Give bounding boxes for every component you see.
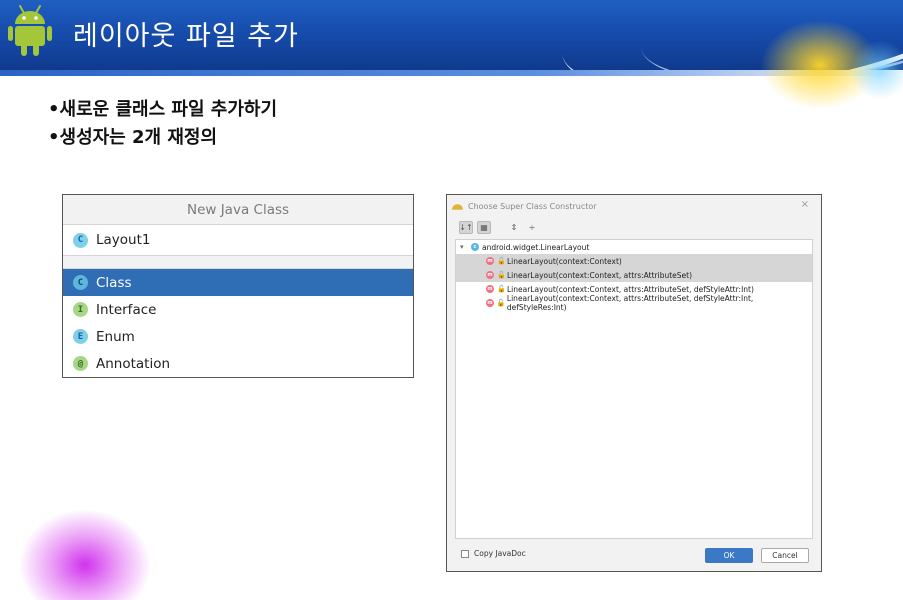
sort-icon[interactable]: ↓↑ xyxy=(459,220,473,234)
class-icon: C xyxy=(73,275,88,290)
constructor-tree: ▾ c android.widget.LinearLayout m 🔓 Line… xyxy=(455,239,813,539)
kind-list: C Class I Interface E Enum @ Annotation xyxy=(63,269,413,377)
annotation-icon: @ xyxy=(73,356,88,371)
interface-icon: I xyxy=(73,302,88,317)
dialog-footer: Copy JavaDoc OK Cancel xyxy=(447,543,821,571)
constructor-label: LinearLayout(context:Context, attrs:Attr… xyxy=(507,270,693,280)
cyan-glow-decoration xyxy=(850,40,903,100)
popup-title: New Java Class xyxy=(63,195,413,225)
tree-root-label: android.widget.LinearLayout xyxy=(482,242,590,252)
public-access-icon: 🔓 xyxy=(496,299,506,307)
constructor-row[interactable]: m 🔓 LinearLayout(context:Context) xyxy=(456,254,812,268)
constructor-row[interactable]: m 🔓 LinearLayout(context:Context, attrs:… xyxy=(456,268,812,282)
chevron-down-icon[interactable]: ▾ xyxy=(460,243,468,251)
method-icon: m xyxy=(486,299,494,307)
class-name-field[interactable]: C Layout1 xyxy=(63,225,413,256)
dialog-title: Choose Super Class Constructor xyxy=(468,201,597,211)
kind-item-annotation[interactable]: @ Annotation xyxy=(63,350,413,377)
android-head-icon xyxy=(452,203,463,210)
kind-label: Class xyxy=(96,274,132,291)
kind-item-class[interactable]: C Class xyxy=(63,269,413,296)
slide-title: 레이아웃 파일 추가 xyxy=(73,21,299,52)
public-access-icon: 🔓 xyxy=(497,271,506,279)
bullet-item: •새로운 클래스 파일 추가하기 xyxy=(48,99,278,120)
public-access-icon: 🔓 xyxy=(497,257,506,265)
dialog-titlebar: Choose Super Class Constructor xyxy=(447,195,821,217)
dialog-toolbar: ↓↑ ▦ ⇕ ÷ xyxy=(447,217,821,237)
kind-label: Annotation xyxy=(96,355,171,372)
tree-root-row[interactable]: ▾ c android.widget.LinearLayout xyxy=(456,240,812,254)
bullet-item: •생성자는 2개 재정의 xyxy=(48,127,218,148)
close-icon[interactable]: × xyxy=(801,199,809,210)
bullet-list: •새로운 클래스 파일 추가하기 •생성자는 2개 재정의 xyxy=(48,96,277,152)
ok-button[interactable]: OK xyxy=(705,548,753,563)
kind-item-interface[interactable]: I Interface xyxy=(63,296,413,323)
kind-item-enum[interactable]: E Enum xyxy=(63,323,413,350)
class-icon: c xyxy=(471,243,479,251)
constructor-label: LinearLayout(context:Context) xyxy=(507,256,622,266)
constructor-label: LinearLayout(context:Context, attrs:Attr… xyxy=(507,284,754,294)
magenta-glow-decoration xyxy=(20,510,150,600)
checkbox-label: Copy JavaDoc xyxy=(474,549,526,558)
class-name-value: Layout1 xyxy=(96,232,151,248)
enum-icon: E xyxy=(73,329,88,344)
method-icon: m xyxy=(486,257,494,265)
android-robot-icon xyxy=(8,5,52,56)
expand-all-icon[interactable]: ⇕ xyxy=(507,221,521,234)
copy-javadoc-checkbox[interactable]: Copy JavaDoc xyxy=(461,549,526,558)
collapse-all-icon[interactable]: ÷ xyxy=(525,221,539,234)
checkbox-box[interactable] xyxy=(461,549,469,558)
public-access-icon: 🔓 xyxy=(497,285,506,293)
constructor-label: LinearLayout(context:Context, attrs:Attr… xyxy=(506,294,754,312)
constructor-row[interactable]: m 🔓 LinearLayout(context:Context, attrs:… xyxy=(456,294,812,312)
kind-label: Interface xyxy=(96,301,157,318)
choose-super-constructor-dialog: Choose Super Class Constructor × ↓↑ ▦ ⇕ … xyxy=(446,194,822,572)
new-java-class-popup: New Java Class C Layout1 C Class I Inter… xyxy=(62,194,414,378)
cancel-button[interactable]: Cancel xyxy=(761,548,809,563)
divider xyxy=(63,256,413,269)
method-icon: m xyxy=(486,285,494,293)
kind-label: Enum xyxy=(96,328,135,345)
method-icon: m xyxy=(486,271,494,279)
group-icon[interactable]: ▦ xyxy=(477,220,491,234)
class-icon: C xyxy=(73,232,88,248)
